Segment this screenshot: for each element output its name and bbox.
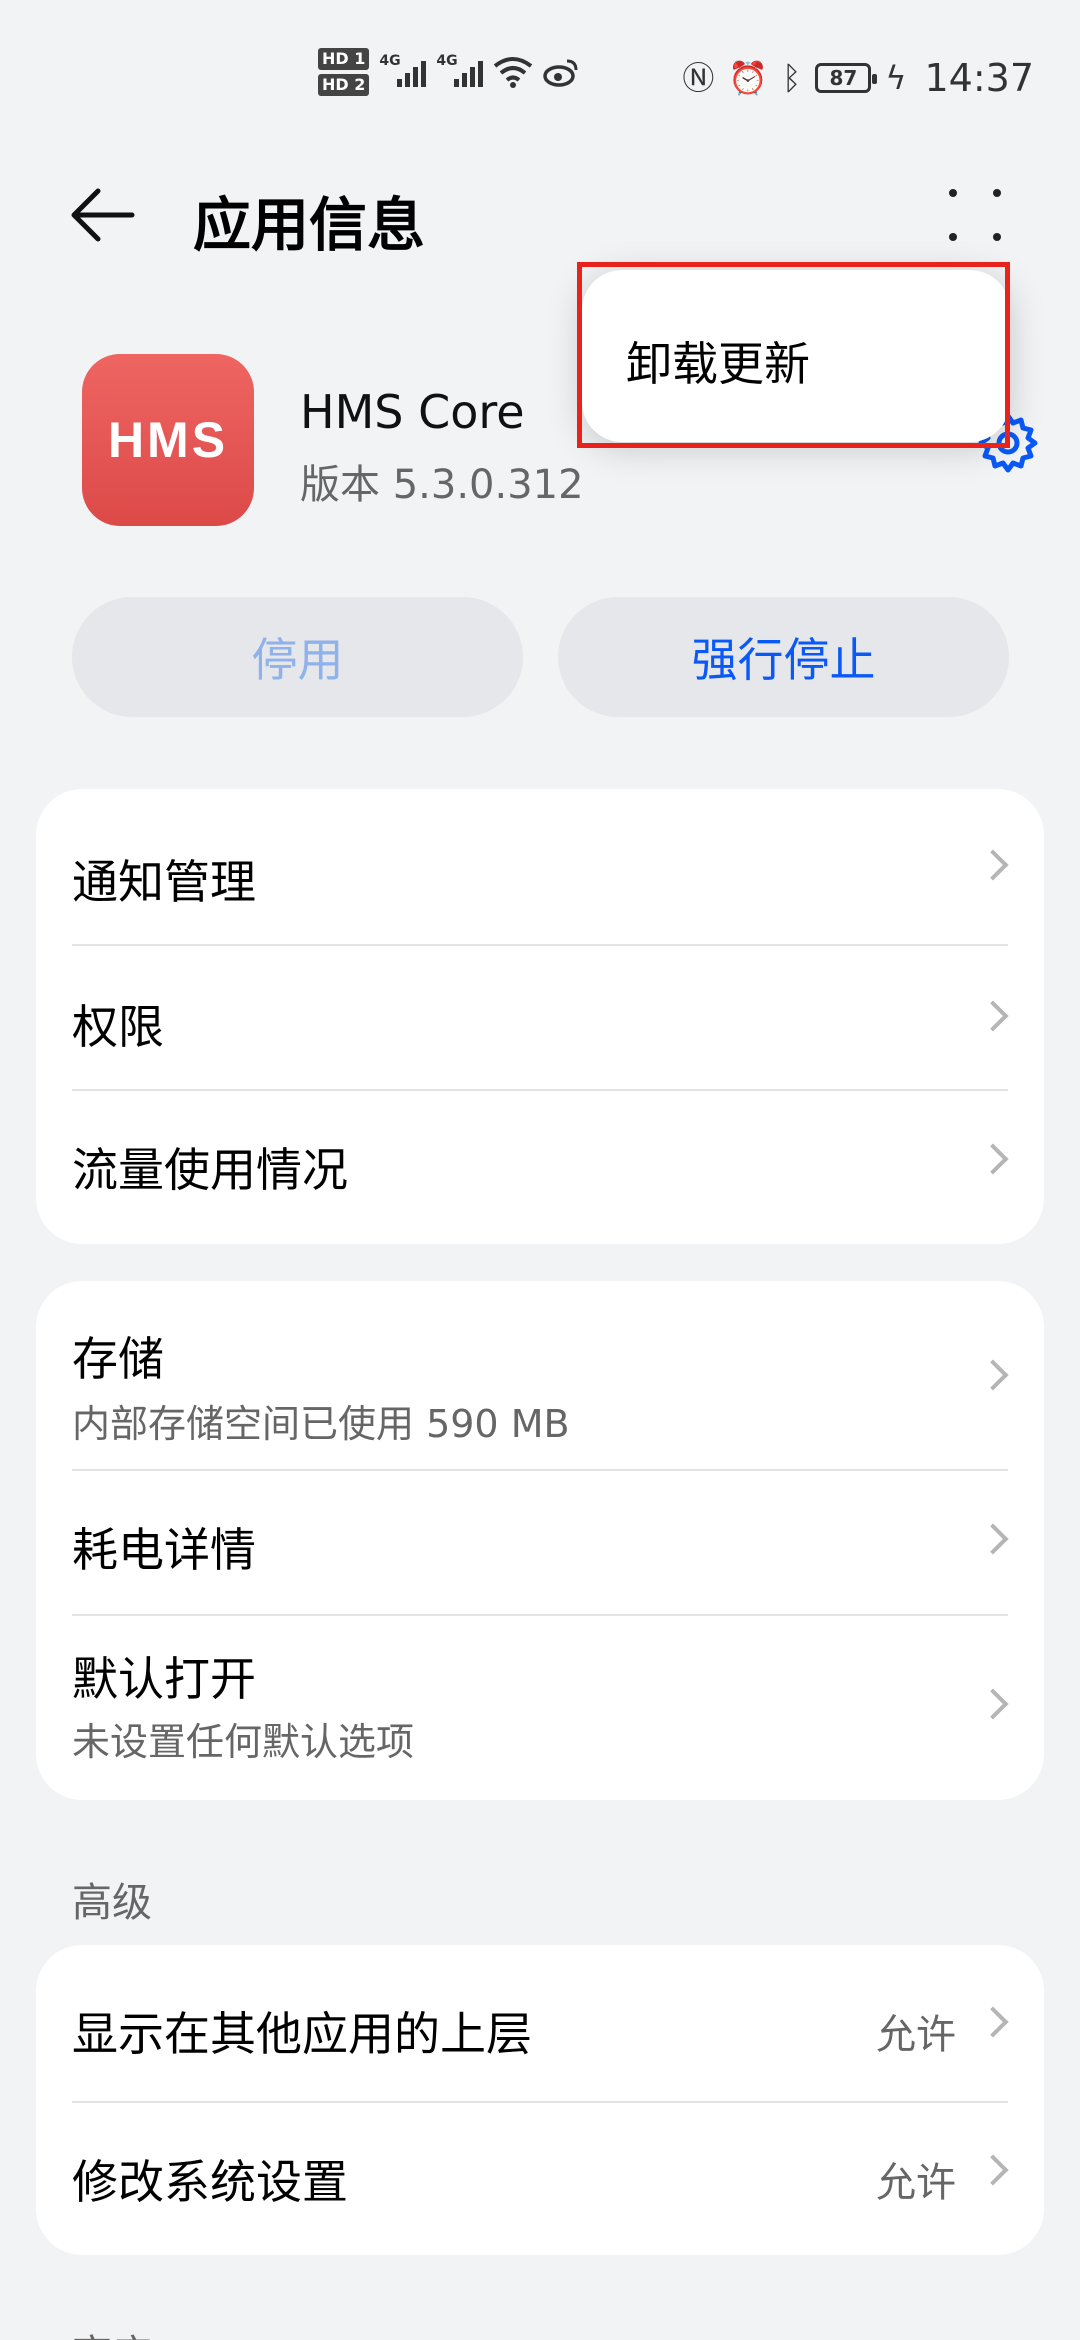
- back-button[interactable]: [70, 175, 150, 255]
- force-stop-button[interactable]: 强行停止: [558, 597, 1009, 717]
- hd2-badge: HD 2: [318, 74, 370, 96]
- row-title: 耗电详情: [72, 1523, 256, 1577]
- status-left: HD 1 HD 2 4G 4G: [318, 48, 579, 96]
- chevron-right-icon: [977, 849, 1009, 881]
- hd-badges: HD 1 HD 2: [318, 48, 370, 96]
- status-right: Ⓝ ⏰ ᛒ 87 ϟ 14:37: [682, 56, 1034, 100]
- row-title: 显示在其他应用的上层: [72, 2007, 532, 2061]
- permissions-row[interactable]: 权限: [36, 945, 1044, 1089]
- row-title: 修改系统设置: [72, 2155, 348, 2209]
- network2-label: 4G: [436, 53, 458, 69]
- battery-indicator: 87: [815, 63, 878, 93]
- storage-row[interactable]: 存储 内部存储空间已使用 590 MB: [36, 1281, 1044, 1469]
- row-title: 权限: [72, 1000, 164, 1054]
- more-dot-icon: [993, 233, 1001, 241]
- chevron-right-icon: [977, 2154, 1009, 2186]
- hd1-badge: HD 1: [318, 48, 370, 70]
- settings-group-1: 通知管理 权限 流量使用情况: [36, 789, 1044, 1244]
- more-dot-icon: [993, 189, 1001, 197]
- wifi-icon: [494, 57, 533, 88]
- app-name: HMS Core: [300, 385, 525, 439]
- chevron-right-icon: [977, 1359, 1009, 1391]
- power-usage-row[interactable]: 耗电详情: [36, 1470, 1044, 1614]
- bluetooth-icon: ᛒ: [782, 59, 802, 97]
- uninstall-updates-menu-item[interactable]: 卸载更新: [626, 328, 810, 394]
- chevron-right-icon: [977, 2006, 1009, 2038]
- row-value: 允许: [876, 2160, 956, 2206]
- modify-system-settings-row[interactable]: 修改系统设置 允许: [36, 2102, 1044, 2255]
- app-icon-text: HMS: [107, 412, 229, 468]
- settings-group-2: 存储 内部存储空间已使用 590 MB 耗电详情 默认打开 未设置任何默认选项: [36, 1281, 1044, 1800]
- signal2-icon: 4G: [436, 53, 484, 87]
- back-arrow-icon: [71, 188, 135, 242]
- next-section-header: 商店: [72, 2322, 152, 2340]
- overflow-popup-menu: 卸载更新: [582, 270, 1010, 442]
- row-title: 默认打开: [72, 1652, 256, 1706]
- weibo-icon: [543, 59, 578, 87]
- advanced-section-header: 高级: [72, 1880, 152, 1926]
- page-title: 应用信息: [193, 191, 426, 259]
- signal1-icon: 4G: [379, 53, 427, 87]
- nfc-icon: Ⓝ: [682, 59, 715, 97]
- row-title: 通知管理: [72, 855, 256, 909]
- status-bar: HD 1 HD 2 4G 4G Ⓝ ⏰ ᛒ 87 ϟ 14:37: [0, 0, 1080, 150]
- chevron-right-icon: [977, 1143, 1009, 1175]
- more-options-button[interactable]: [940, 180, 1010, 250]
- app-icon: HMS: [82, 354, 254, 526]
- row-title: 流量使用情况: [72, 1143, 348, 1197]
- advanced-group: 显示在其他应用的上层 允许 修改系统设置 允许: [36, 1945, 1044, 2255]
- chevron-right-icon: [977, 1523, 1009, 1555]
- notification-management-row[interactable]: 通知管理: [36, 789, 1044, 945]
- app-version: 版本 5.3.0.312: [300, 462, 584, 508]
- row-title: 存储: [72, 1332, 164, 1386]
- display-over-other-apps-row[interactable]: 显示在其他应用的上层 允许: [36, 1945, 1044, 2101]
- row-value: 允许: [876, 2012, 956, 2058]
- alarm-icon: ⏰: [728, 59, 769, 97]
- chevron-right-icon: [977, 1000, 1009, 1032]
- chevron-right-icon: [977, 1688, 1009, 1720]
- data-usage-row[interactable]: 流量使用情况: [36, 1090, 1044, 1244]
- more-dot-icon: [949, 189, 957, 197]
- row-subtitle: 未设置任何默认选项: [72, 1720, 415, 1764]
- charging-icon: ϟ: [885, 59, 907, 97]
- network1-label: 4G: [379, 53, 401, 69]
- clock: 14:37: [924, 56, 1034, 100]
- more-dot-icon: [949, 233, 957, 241]
- row-subtitle: 内部存储空间已使用 590 MB: [72, 1402, 570, 1446]
- disable-button[interactable]: 停用: [72, 597, 523, 717]
- open-by-default-row[interactable]: 默认打开 未设置任何默认选项: [36, 1615, 1044, 1800]
